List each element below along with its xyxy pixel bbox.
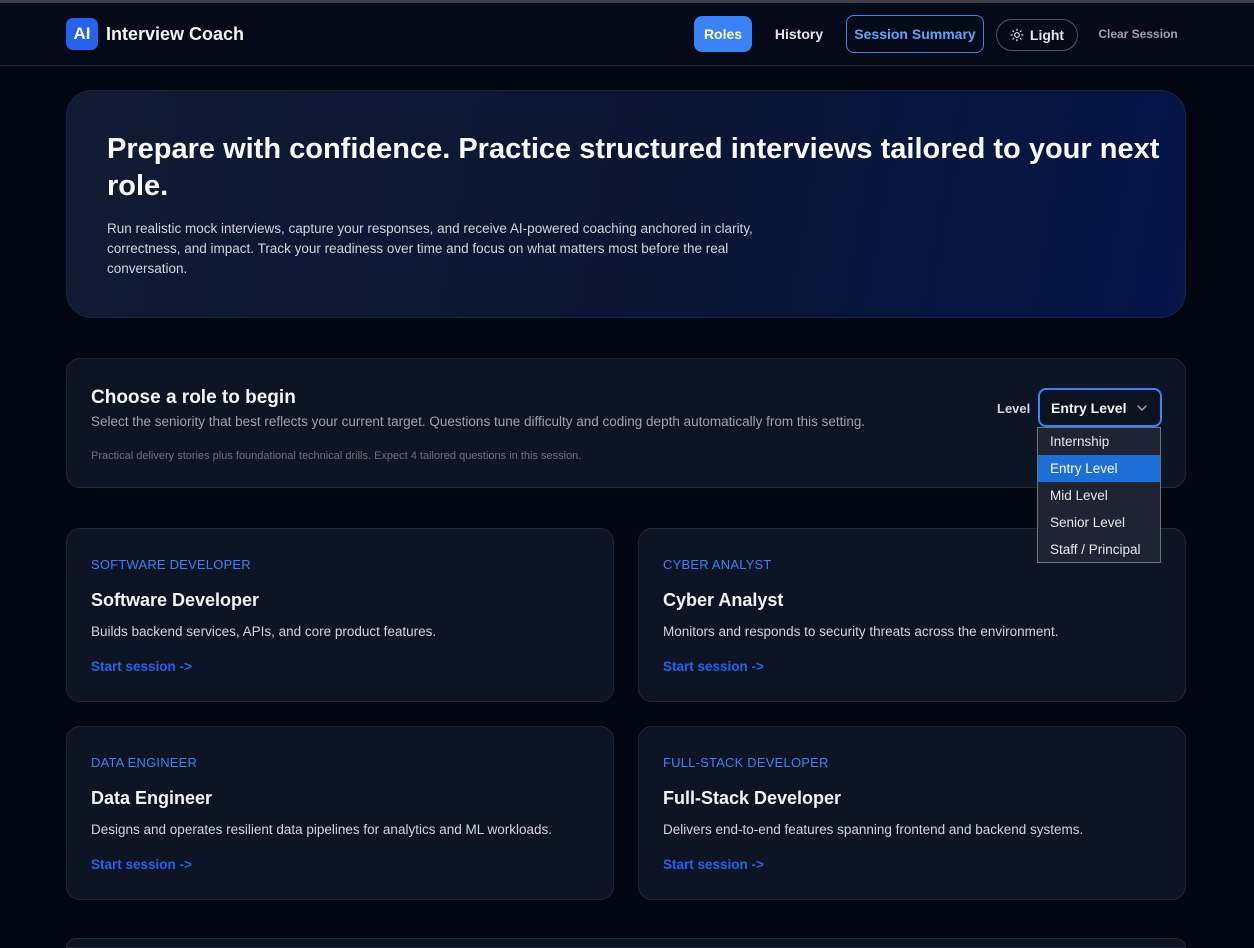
role-card-full-stack-developer[interactable]: FULL-STACK DEVELOPER Full-Stack Develope… xyxy=(638,726,1186,900)
role-name: Data Engineer xyxy=(91,788,213,808)
chevron-down-icon xyxy=(1137,405,1147,411)
level-option-senior-level[interactable]: Senior Level xyxy=(1038,509,1160,536)
theme-toggle-button[interactable]: Light xyxy=(996,19,1078,51)
start-session-link[interactable]: Start session -> xyxy=(663,659,764,674)
role-description: Builds backend services, APIs, and core … xyxy=(91,624,437,639)
role-panel-title: Choose a role to begin xyxy=(91,387,296,408)
theme-toggle-label: Light xyxy=(1029,27,1065,43)
level-label: Level xyxy=(997,401,1031,416)
role-description: Designs and operates resilient data pipe… xyxy=(91,822,553,837)
level-select-value: Entry Level xyxy=(1051,399,1127,416)
level-select[interactable]: Entry Level xyxy=(1038,388,1162,427)
hero-text: Run realistic mock interviews, capture y… xyxy=(107,221,753,276)
level-option-staff-principal[interactable]: Staff / Principal xyxy=(1038,536,1160,563)
session-summary-button[interactable]: Session Summary xyxy=(846,15,984,53)
role-selection-panel: Choose a role to begin Select the senior… xyxy=(66,358,1186,488)
role-card-data-engineer[interactable]: DATA ENGINEER Data Engineer Designs and … xyxy=(66,726,614,900)
role-panel-note: Practical delivery stories plus foundati… xyxy=(91,450,582,462)
role-description: Monitors and responds to security threat… xyxy=(663,624,1059,639)
start-session-link[interactable]: Start session -> xyxy=(91,659,192,674)
nav-history-button[interactable]: History xyxy=(766,16,832,52)
role-name: Software Developer xyxy=(91,590,260,610)
hero-banner: Prepare with confidence. Practice struct… xyxy=(66,90,1186,318)
level-option-internship[interactable]: Internship xyxy=(1038,428,1160,455)
role-card-software-developer[interactable]: SOFTWARE DEVELOPER Software Developer Bu… xyxy=(66,528,614,702)
top-navbar: AI Interview Coach Roles History Session… xyxy=(0,3,1254,66)
level-option-mid-level[interactable]: Mid Level xyxy=(1038,482,1160,509)
role-tag: FULL-STACK DEVELOPER xyxy=(663,755,829,770)
app-title: Interview Coach xyxy=(106,24,245,44)
hero-title: Prepare with confidence. Practice struct… xyxy=(107,133,1160,202)
role-tag: DATA ENGINEER xyxy=(91,755,198,770)
level-dropdown-menu: Internship Entry Level Mid Level Senior … xyxy=(1037,427,1161,563)
role-name: Full-Stack Developer xyxy=(663,788,842,808)
level-option-entry-level[interactable]: Entry Level xyxy=(1038,455,1160,482)
start-session-link[interactable]: Start session -> xyxy=(91,857,192,872)
app-logo: AI xyxy=(66,18,98,50)
clear-session-button[interactable]: Clear Session xyxy=(1096,16,1180,52)
sun-icon xyxy=(1010,28,1024,42)
role-tag: CYBER ANALYST xyxy=(663,557,772,572)
start-session-link[interactable]: Start session -> xyxy=(663,857,764,872)
role-tag: SOFTWARE DEVELOPER xyxy=(91,557,251,572)
nav-roles-button[interactable]: Roles xyxy=(694,16,752,52)
role-description: Delivers end-to-end features spanning fr… xyxy=(663,822,1084,837)
next-section-edge xyxy=(66,938,1186,948)
role-name: Cyber Analyst xyxy=(663,590,784,610)
role-panel-subtitle: Select the seniority that best reflects … xyxy=(91,414,866,429)
